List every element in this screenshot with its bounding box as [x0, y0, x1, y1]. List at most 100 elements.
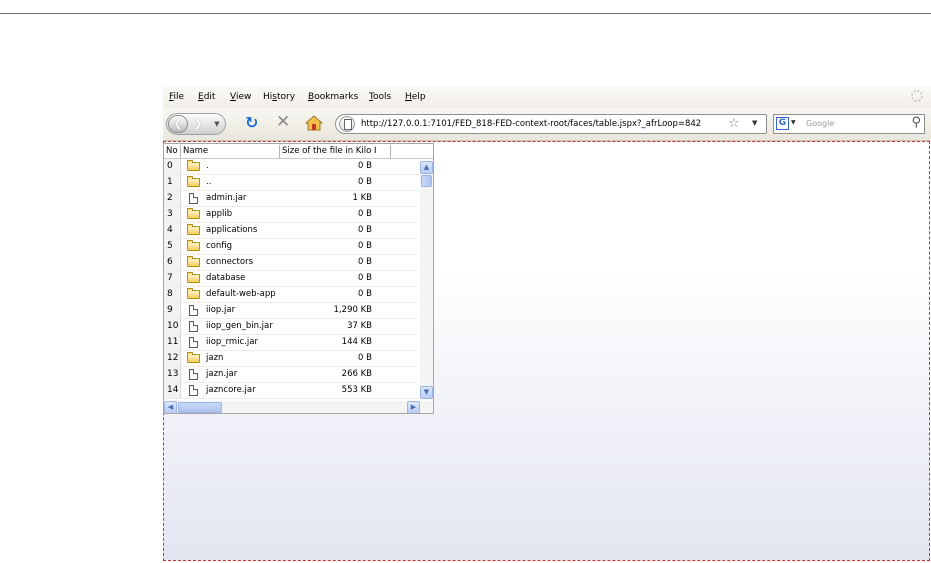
page-icon	[344, 119, 352, 130]
search-input[interactable]: Google	[806, 119, 834, 128]
back-arrow-icon: ❮	[173, 117, 183, 130]
back-button[interactable]: ❮	[168, 115, 188, 133]
folder-icon	[187, 176, 200, 187]
table-header: No Name Size of the file in Kilo I	[164, 144, 433, 159]
chevron-down-icon: ▼	[214, 120, 220, 128]
file-size: 0 B	[358, 289, 372, 299]
file-name: database	[206, 273, 246, 283]
menu-help[interactable]: Help	[405, 92, 426, 102]
folder-icon	[187, 240, 200, 251]
menu-history[interactable]: History	[263, 92, 295, 102]
file-icon	[189, 193, 198, 204]
stop-button[interactable]: ✕	[276, 114, 290, 131]
table-row[interactable]: 4 applications 0 B	[164, 223, 418, 239]
row-number: 11	[164, 335, 181, 350]
table-row[interactable]: 14 jazncore.jar 553 KB	[164, 383, 418, 399]
reload-button[interactable]: ↻	[245, 115, 258, 131]
scroll-up-button[interactable]: ▲	[420, 161, 433, 174]
menu-tools[interactable]: Tools	[369, 92, 391, 102]
column-header-name[interactable]: Name	[181, 145, 280, 158]
file-name: connectors	[206, 257, 254, 267]
file-name: iiop_rmic.jar	[206, 337, 258, 347]
file-size: 0 B	[358, 209, 372, 219]
table-row[interactable]: 3 applib 0 B	[164, 207, 418, 223]
folder-icon	[187, 288, 200, 299]
vertical-scrollbar[interactable]: ▲ ▼	[420, 161, 433, 399]
column-header-size[interactable]: Size of the file in Kilo I	[280, 145, 391, 158]
site-identity-button[interactable]	[339, 116, 355, 132]
engine-dropdown-icon[interactable]: ▼	[791, 119, 796, 126]
forward-button[interactable]: ❯	[189, 116, 207, 132]
row-number: 5	[164, 239, 181, 254]
star-icon[interactable]: ☆	[728, 117, 740, 131]
vertical-scroll-thumb[interactable]	[421, 175, 432, 187]
table-row[interactable]: 10 iiop_gen_bin.jar 37 KB	[164, 319, 418, 335]
forward-arrow-icon: ❯	[193, 117, 203, 130]
file-size: 0 B	[358, 353, 372, 363]
scroll-down-button[interactable]: ▼	[420, 386, 433, 399]
google-engine-icon[interactable]: G	[776, 117, 789, 130]
horizontal-scroll-thumb[interactable]	[178, 402, 222, 413]
menu-file[interactable]: File	[169, 92, 184, 102]
file-size: 0 B	[358, 241, 372, 251]
file-name: applications	[206, 225, 258, 235]
file-size: 37 KB	[347, 321, 372, 331]
folder-icon	[187, 352, 200, 363]
table-row[interactable]: 9 iiop.jar 1,290 KB	[164, 303, 418, 319]
file-name: iiop.jar	[206, 305, 236, 315]
home-button[interactable]	[304, 114, 324, 132]
table-row[interactable]: 0. 0 B	[164, 159, 418, 175]
table-row[interactable]: 1.. 0 B	[164, 175, 418, 191]
file-name: default-web-app	[206, 289, 276, 299]
table-body: 0. 0 B 1.. 0 B 2 admin.jar 1 KB 3 applib 0 B 4 appl…	[164, 159, 418, 401]
horizontal-scrollbar[interactable]: ◀ ▶	[164, 401, 420, 413]
file-name: admin.jar	[206, 193, 247, 203]
scroll-right-button[interactable]: ▶	[407, 401, 420, 413]
reload-icon: ↻	[245, 113, 259, 132]
table-row[interactable]: 2 admin.jar 1 KB	[164, 191, 418, 207]
file-icon	[189, 369, 198, 380]
table-row[interactable]: 6 connectors 0 B	[164, 255, 418, 271]
file-size: 0 B	[358, 225, 372, 235]
column-header-no[interactable]: No	[164, 145, 181, 158]
file-icon	[189, 321, 198, 332]
menu-edit[interactable]: Edit	[198, 92, 215, 102]
folder-icon	[187, 256, 200, 267]
menu-view[interactable]: View	[230, 92, 251, 102]
table-row[interactable]: 8 default-web-app 0 B	[164, 287, 418, 303]
file-size: 0 B	[358, 257, 372, 267]
file-size: 553 KB	[341, 385, 372, 395]
history-dropdown-button[interactable]: ▼	[211, 116, 223, 132]
table-row[interactable]: 7 database 0 B	[164, 271, 418, 287]
url-dropdown-button[interactable]: ▼	[752, 119, 757, 127]
url-text[interactable]: http://127.0.0.1:7101/FED_818-FED-contex…	[361, 119, 701, 129]
folder-icon	[187, 160, 200, 171]
stop-icon: ✕	[276, 112, 291, 132]
table-row[interactable]: 5 config 0 B	[164, 239, 418, 255]
file-name: applib	[206, 209, 233, 219]
table-row[interactable]: 11 iiop_rmic.jar 144 KB	[164, 335, 418, 351]
loading-throbber-icon	[911, 90, 923, 102]
scroll-left-button[interactable]: ◀	[164, 401, 177, 413]
file-size: 0 B	[358, 161, 372, 171]
page-top-rule	[0, 13, 931, 14]
table-row[interactable]: 13 jazn.jar 266 KB	[164, 367, 418, 383]
table-row[interactable]: 12 jazn 0 B	[164, 351, 418, 367]
row-number: 4	[164, 223, 181, 238]
file-size: 0 B	[358, 273, 372, 283]
file-icon	[189, 305, 198, 316]
scrollbar-corner	[420, 401, 433, 413]
magnifier-icon[interactable]: ⚲	[911, 116, 921, 130]
file-name: jazn.jar	[206, 369, 238, 379]
row-number: 9	[164, 303, 181, 318]
menu-bookmarks[interactable]: Bookmarks	[308, 92, 358, 102]
file-icon	[189, 337, 198, 348]
row-number: 13	[164, 367, 181, 382]
address-bar[interactable]: http://127.0.0.1:7101/FED_818-FED-contex…	[335, 114, 767, 134]
navigation-toolbar: ❮ ❯ ▼ ↻ ✕ http://127.0.0.1:7101/FED_818-…	[163, 108, 931, 141]
file-size: 1 KB	[352, 193, 372, 203]
file-icon	[189, 385, 198, 396]
row-number: 7	[164, 271, 181, 286]
search-bar[interactable]: G ▼ Google ⚲	[773, 114, 925, 134]
menu-bar: File Edit View History Bookmarks Tools H…	[163, 86, 931, 108]
